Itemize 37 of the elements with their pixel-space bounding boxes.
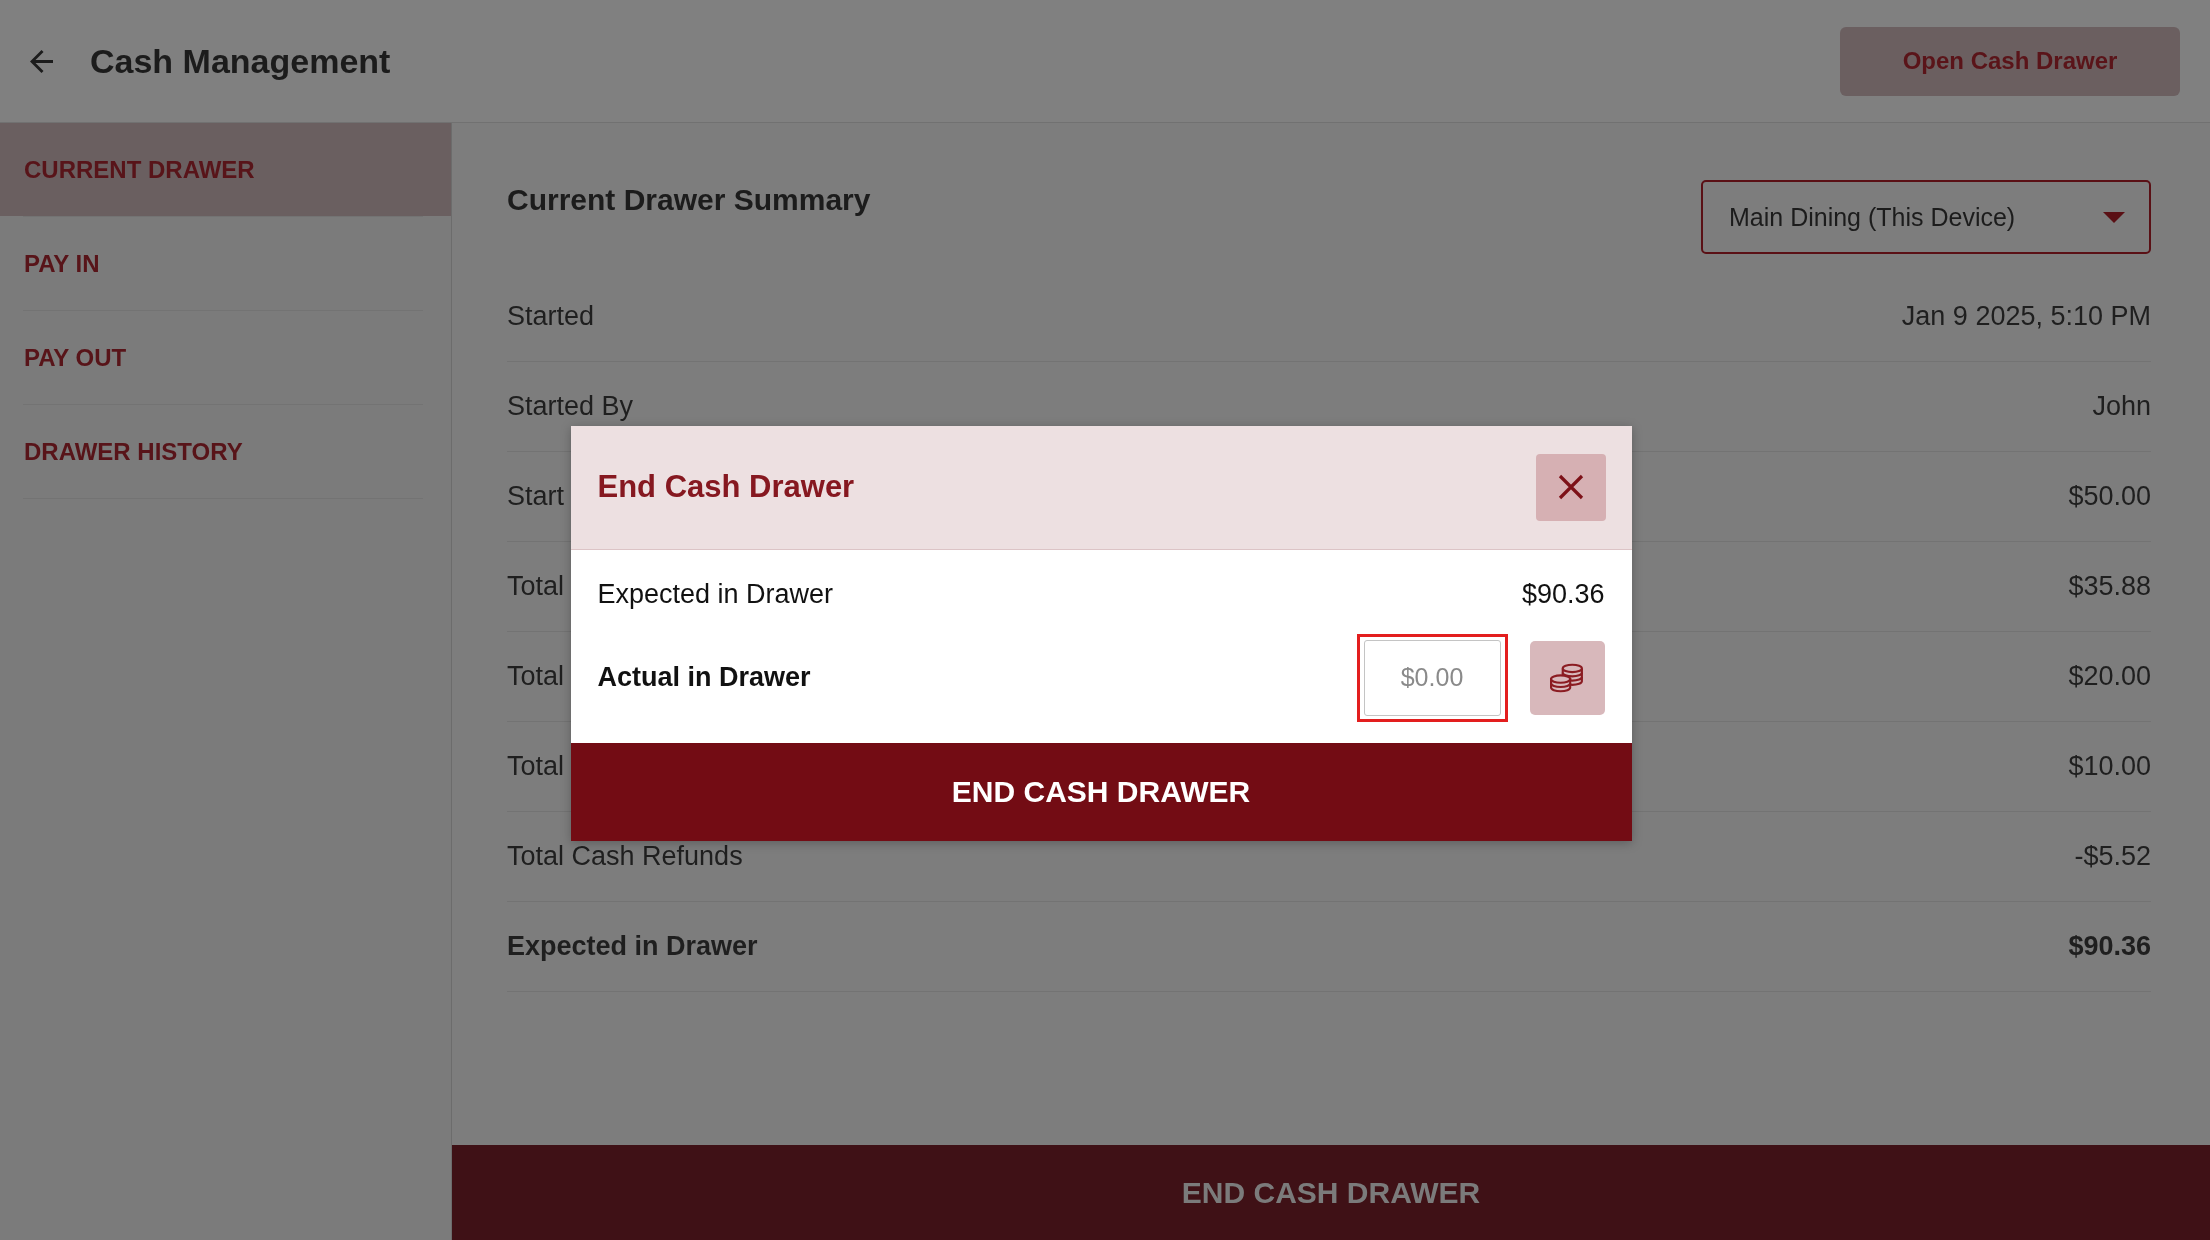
row-value: -$5.52 [2074, 841, 2151, 872]
sidebar-item[interactable]: CURRENT DRAWER [0, 123, 451, 216]
caret-icon [2103, 211, 2125, 223]
row-label: Total [507, 661, 565, 692]
row-value: John [2092, 391, 2151, 422]
field-label: Expected in Drawer [597, 579, 834, 610]
amount-input[interactable]: $0.00 [1363, 639, 1501, 716]
amount-value: $90.36 [1521, 579, 1605, 610]
row-value: $20.00 [2068, 661, 2151, 692]
row-value: $90.36 [2068, 931, 2151, 962]
coins-button[interactable] [1529, 640, 1605, 715]
row-value: Jan 9 2025, 5:10 PM [1901, 301, 2151, 332]
open-drawer-button[interactable]: Open Cash Drawer [1840, 26, 2180, 96]
row-label: Total [507, 571, 565, 602]
location-dropdown[interactable]: Main Dining (This Device) [1701, 180, 2151, 254]
sidebar-item[interactable]: PAY IN [0, 217, 451, 310]
coins-icon [1550, 662, 1584, 693]
end-drawer-button[interactable]: END CASH DRAWER [570, 742, 1632, 841]
section-title: Current Drawer Summary [507, 183, 871, 217]
back-arrow-icon[interactable] [30, 49, 53, 73]
row-label: Total Cash Refunds [507, 841, 743, 872]
close-icon [1557, 474, 1584, 500]
end-drawer-button[interactable]: END CASH DRAWER [452, 1145, 2210, 1240]
row-label: Started By [507, 391, 634, 422]
row-value: $10.00 [2068, 751, 2151, 782]
field-label: Actual in Drawer [597, 662, 811, 693]
row-label: Expected in Drawer [507, 931, 758, 962]
row-value: $35.88 [2068, 571, 2151, 602]
sidebar-item[interactable]: PAY OUT [0, 311, 451, 404]
page-title: Cash Management [90, 41, 391, 81]
row-value: $50.00 [2068, 481, 2151, 512]
sidebar-item[interactable]: DRAWER HISTORY [0, 405, 451, 498]
row-label: Started [507, 301, 595, 332]
row-label: Total [507, 751, 565, 782]
row-label: Start [507, 481, 565, 512]
dialog-title: End Cash Drawer [597, 469, 855, 505]
close-button[interactable] [1535, 453, 1606, 521]
